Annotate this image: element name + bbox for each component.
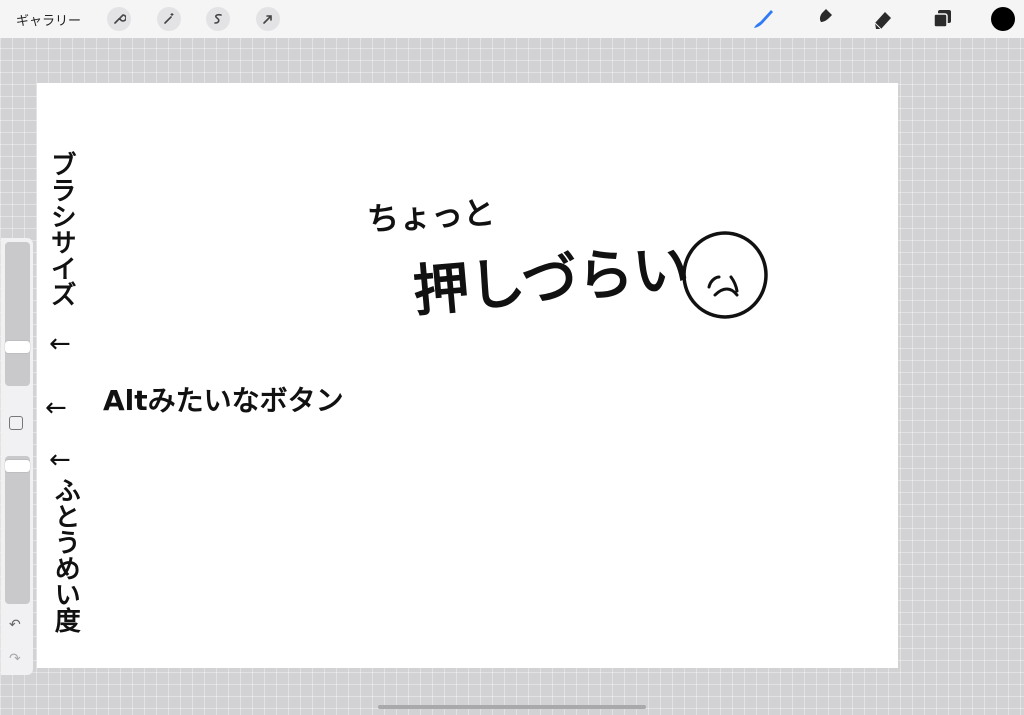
redo-icon[interactable]: ↷ [9,652,21,666]
note-chotto: ちょっと [366,193,496,239]
note-hard-to-press: 押しづらい [410,236,692,325]
smudge-icon[interactable] [810,6,836,32]
brush-icon[interactable] [750,6,776,32]
note-brush-size: ブラシサイズ [46,151,77,307]
top-toolbar: ギャラリー [0,0,1024,38]
arrow-alt-button: ← [45,393,67,423]
note-alt-button: Altみたいなボタン [103,384,344,417]
arrow-opacity: ← [49,445,71,475]
home-indicator [378,705,646,709]
sad-face-drawing [682,231,768,319]
arrow-brush-size: ← [49,329,71,359]
opacity-thumb[interactable] [5,460,30,472]
layers-icon[interactable] [930,6,956,32]
color-picker-swatch[interactable] [991,7,1015,31]
eraser-icon[interactable] [870,6,896,32]
note-opacity: ふとうめい度 [50,477,81,633]
gallery-button[interactable]: ギャラリー [16,10,81,29]
brush-size-thumb[interactable] [5,341,30,353]
brush-size-slider[interactable] [5,242,30,386]
left-sidebar: ↶ ↷ [1,238,33,675]
undo-icon[interactable]: ↶ [9,618,21,632]
opacity-slider[interactable] [5,456,30,604]
drawing-canvas[interactable]: ブラシサイズ ← ← Altみたいなボタン ← ふとうめい度 ちょっと 押しづら… [37,83,898,668]
modify-button[interactable] [9,416,23,430]
selection-icon[interactable] [206,7,230,31]
magic-wand-icon[interactable] [157,7,181,31]
transform-arrow-icon[interactable] [256,7,280,31]
wrench-icon[interactable] [107,7,131,31]
